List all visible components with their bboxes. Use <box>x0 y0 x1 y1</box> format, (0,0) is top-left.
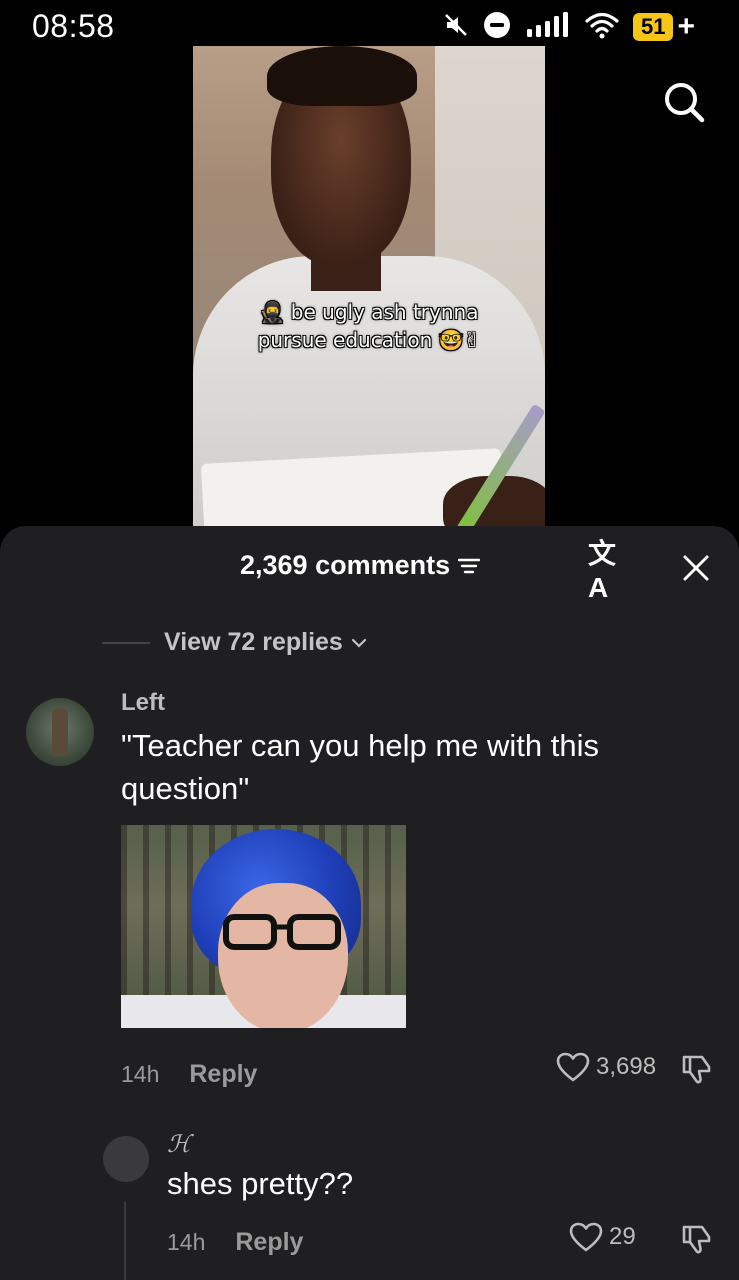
video-caption-line-2: pursue education 🤓✌ <box>257 328 481 352</box>
app-screen: 08:58 51 + 🥷 be ugly ash trynna pursue e… <box>0 0 739 1280</box>
view-replies-button[interactable]: View 72 replies <box>102 628 367 657</box>
reply-to-reply-button[interactable]: Reply <box>235 1228 303 1257</box>
like-count: 3,698 <box>596 1053 657 1080</box>
search-button[interactable] <box>660 78 708 126</box>
battery-icon: 51 + <box>632 10 695 43</box>
heart-icon <box>556 1052 590 1082</box>
comment-count[interactable]: 2,369 comments <box>240 550 481 581</box>
filter-icon[interactable] <box>458 557 481 575</box>
mute-icon <box>443 12 469 43</box>
reply-button[interactable]: Reply <box>189 1060 257 1089</box>
thread-divider <box>102 641 150 644</box>
dislike-button[interactable] <box>680 1053 714 1090</box>
like-button[interactable]: 3,698 <box>556 1052 656 1082</box>
close-icon[interactable] <box>676 548 716 588</box>
battery-level: 51 <box>632 13 674 41</box>
reply-dislike-button[interactable] <box>680 1223 714 1260</box>
chevron-down-icon <box>351 637 367 649</box>
signal-icon <box>525 11 571 44</box>
thumbs-down-icon <box>682 1055 711 1084</box>
comment-text: "Teacher can you help me with this quest… <box>121 728 599 806</box>
dnd-icon <box>483 11 511 44</box>
reply-avatar[interactable] <box>103 1136 149 1182</box>
thumbs-down-icon <box>682 1225 711 1254</box>
heart-icon <box>569 1222 603 1252</box>
comment-meta: 14h Reply <box>121 1060 257 1089</box>
nerd-peace-emoji: 🤓✌ <box>438 328 481 352</box>
image-subject-glasses <box>223 914 341 950</box>
video-subject-hair <box>267 46 417 106</box>
reply-meta: 14h Reply <box>167 1228 303 1257</box>
avatar[interactable] <box>26 698 94 766</box>
charging-indicator: + <box>677 10 695 43</box>
video-caption-line-1: 🥷 be ugly ash trynna <box>259 300 479 324</box>
image-subject-face <box>218 883 348 1028</box>
reply-text: shes pretty?? <box>167 1166 354 1201</box>
reply-like-count: 29 <box>609 1223 636 1250</box>
comment-username[interactable]: Left <box>121 689 165 717</box>
wifi-icon <box>585 11 619 44</box>
search-icon <box>665 83 705 123</box>
reply-age: 14h <box>167 1229 206 1255</box>
ninja-emoji: 🥷 <box>259 300 285 324</box>
video-player[interactable]: 🥷 be ugly ash trynna pursue education 🤓✌ <box>193 46 545 526</box>
comments-sheet: 2,369 comments 文A View 72 replies Left "… <box>0 526 739 1280</box>
translate-icon[interactable]: 文A <box>588 538 634 603</box>
status-icons: 51 + <box>443 10 695 44</box>
comment-image[interactable] <box>121 825 406 1028</box>
status-bar: 08:58 51 + <box>0 0 739 52</box>
view-replies-label: View 72 replies <box>164 628 343 656</box>
video-caption: 🥷 be ugly ash trynna pursue education 🤓✌ <box>193 298 545 354</box>
reply-thread-line <box>124 1202 126 1280</box>
status-time: 08:58 <box>32 8 115 44</box>
reply-username[interactable]: ℋ <box>167 1130 191 1158</box>
avatar-figure <box>52 708 68 756</box>
reply-like-button[interactable]: 29 <box>569 1222 636 1252</box>
comments-header: 2,369 comments 文A <box>0 538 739 603</box>
comment-age: 14h <box>121 1061 160 1087</box>
